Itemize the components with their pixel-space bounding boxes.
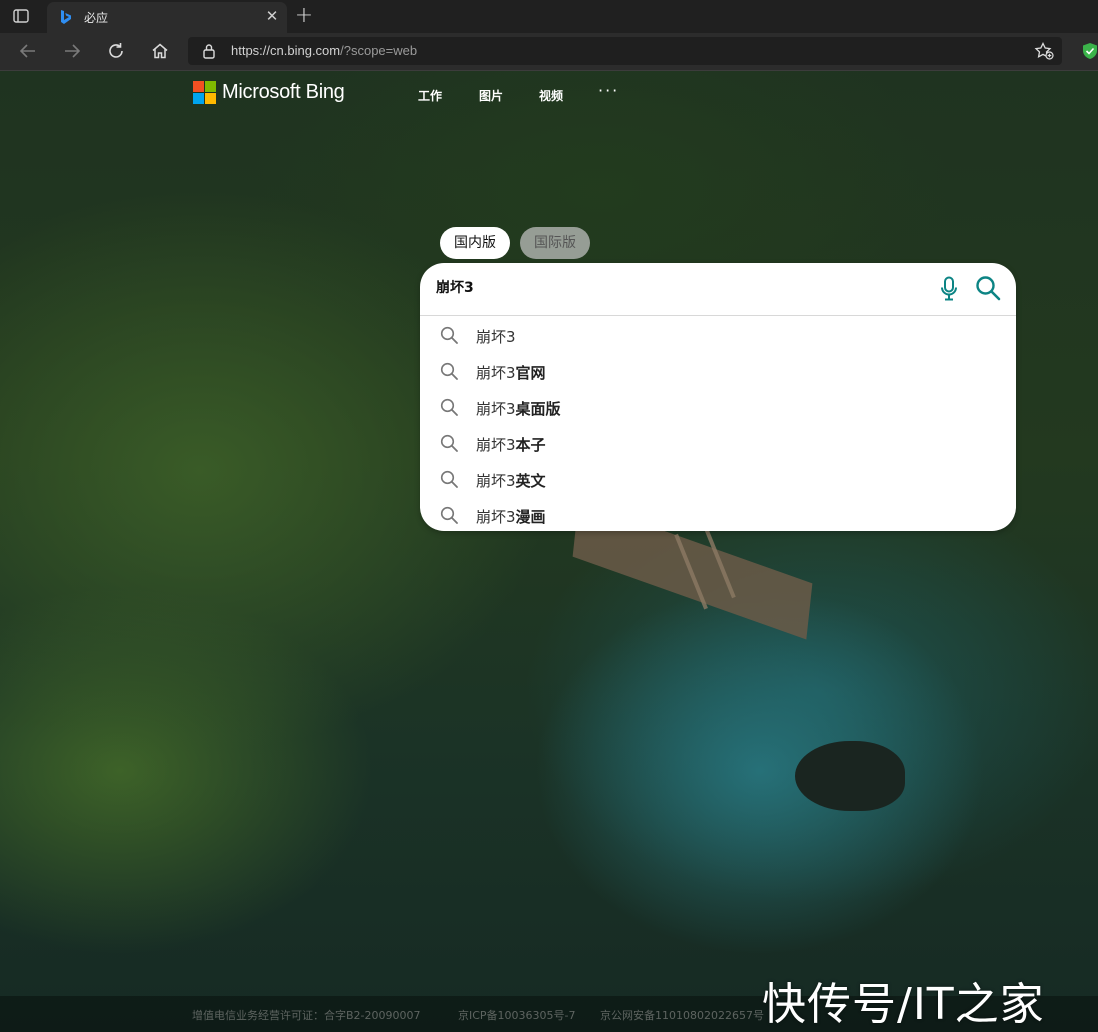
browser-tab[interactable]: 必应 ✕ — [47, 2, 287, 33]
suggestion-item[interactable]: 崩坏3桌面版 — [420, 389, 1016, 425]
search-submit-icon[interactable] — [975, 275, 1001, 305]
logo-text: Microsoft Bing — [222, 81, 345, 103]
suggestion-text: 崩坏3官网 — [476, 364, 546, 382]
suggestion-text: 崩坏3漫画 — [476, 508, 546, 526]
bing-logo[interactable]: Microsoft Bing — [193, 81, 345, 104]
scope-domestic-tab[interactable]: 国内版 — [440, 227, 510, 259]
search-icon — [440, 326, 458, 348]
new-tab-icon[interactable]: + — [294, 5, 314, 27]
address-bar[interactable]: https://cn.bing.com/?scope=web — [188, 37, 1062, 65]
lock-icon[interactable] — [202, 43, 216, 63]
browser-toolbar: https://cn.bing.com/?scope=web — [0, 33, 1098, 71]
search-icon — [440, 362, 458, 384]
address-url: https://cn.bing.com/?scope=web — [231, 43, 418, 58]
search-box: 崩坏3 崩坏3官网崩坏3桌面版崩坏3本子崩坏3英文崩坏3漫画 — [420, 263, 1016, 531]
suggestion-item[interactable]: 崩坏3英文 — [420, 461, 1016, 497]
tab-close-icon[interactable]: ✕ — [265, 9, 279, 24]
search-row — [420, 263, 1016, 316]
bing-homepage: Microsoft Bing 工作 图片 视频 ··· 国内版 国际版 崩坏3 崩… — [0, 71, 1098, 1032]
favorite-star-icon[interactable] — [1034, 42, 1054, 64]
search-icon — [440, 506, 458, 528]
watermark-text: 快传号/IT之家 — [762, 979, 1045, 1030]
refresh-icon[interactable] — [104, 40, 128, 62]
back-icon[interactable] — [16, 40, 40, 62]
footer-license[interactable]: 增值电信业务经营许可证：合字B2-20090007 — [192, 1007, 421, 1023]
forward-icon[interactable] — [60, 40, 84, 62]
footer-icp[interactable]: 京ICP备10036305号-7 — [458, 1007, 576, 1023]
tab-actions-icon[interactable] — [10, 6, 32, 26]
more-menu-icon[interactable]: ··· — [598, 81, 619, 100]
footer-police[interactable]: 京公网安备11010802022657号 — [600, 1007, 764, 1023]
suggestion-item[interactable]: 崩坏3 — [420, 317, 1016, 353]
scope-international-tab[interactable]: 国际版 — [520, 227, 590, 259]
microphone-icon[interactable] — [939, 276, 959, 306]
tab-strip: 必应 ✕ + — [0, 0, 1098, 33]
search-icon — [440, 470, 458, 492]
shield-extension-icon[interactable] — [1082, 42, 1098, 64]
nav-work[interactable]: 工作 — [418, 87, 442, 104]
suggestion-text: 崩坏3英文 — [476, 472, 546, 490]
microsoft-logo-icon — [193, 81, 216, 104]
search-icon — [440, 398, 458, 420]
bing-favicon-icon — [59, 9, 73, 25]
suggestion-item[interactable]: 崩坏3本子 — [420, 425, 1016, 461]
background-rock — [795, 741, 905, 811]
nav-videos[interactable]: 视频 — [539, 87, 563, 104]
tab-title: 必应 — [84, 11, 109, 25]
suggestion-text: 崩坏3本子 — [476, 436, 546, 454]
search-input[interactable] — [436, 279, 916, 295]
suggestion-item[interactable]: 崩坏3官网 — [420, 353, 1016, 389]
suggestion-text: 崩坏3桌面版 — [476, 400, 561, 418]
suggestion-text: 崩坏3 — [476, 328, 516, 346]
nav-images[interactable]: 图片 — [479, 87, 503, 104]
suggestion-item[interactable]: 崩坏3漫画 — [420, 497, 1016, 533]
search-icon — [440, 434, 458, 456]
home-icon[interactable] — [148, 40, 172, 62]
